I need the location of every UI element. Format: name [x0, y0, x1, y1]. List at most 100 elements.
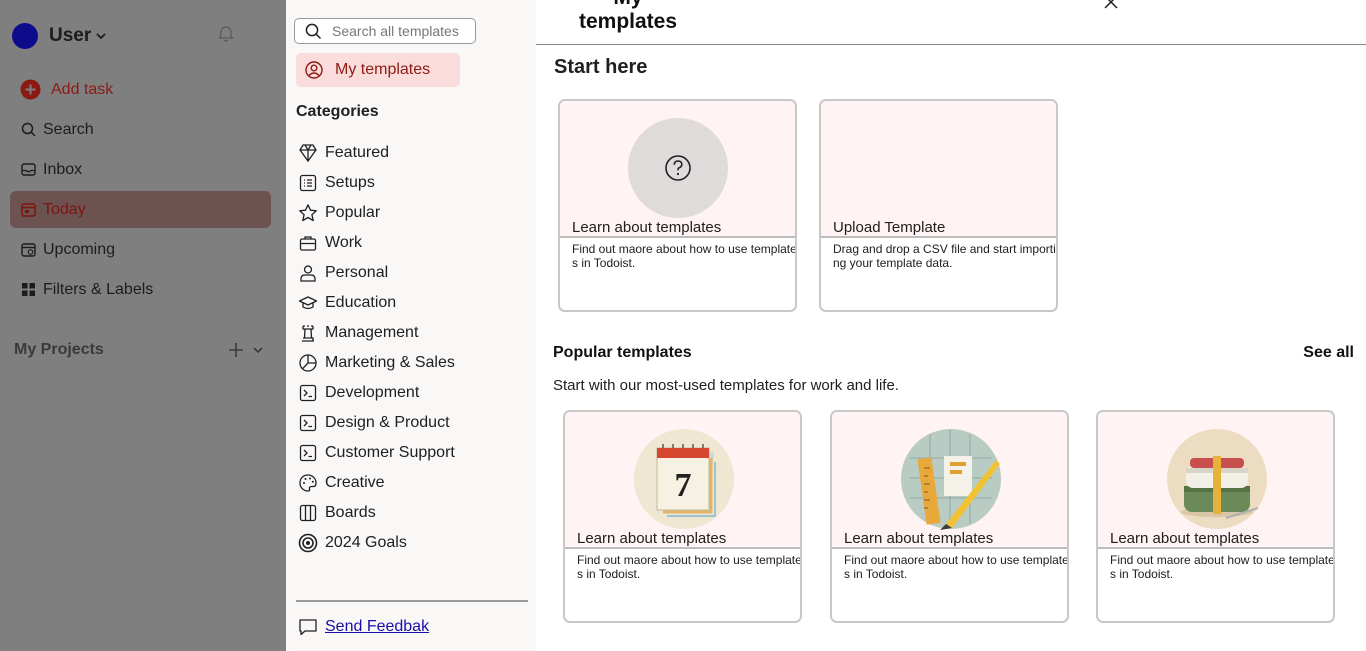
category-label: Creative: [325, 474, 385, 491]
popular-templates-title: Popular templates: [553, 344, 692, 361]
terminal-icon: [298, 443, 318, 463]
target-icon: [298, 533, 318, 553]
card-thumbnail: 7: [565, 412, 800, 549]
template-card-learn[interactable]: Learn about templates Find out maore abo…: [558, 99, 797, 312]
category-personal[interactable]: Personal: [298, 258, 455, 288]
card-thumbnail: [1098, 412, 1333, 549]
nav-label-filters-labels: Filters & Labels: [43, 280, 154, 298]
templates-modal: My templates Categories Featured Setups …: [286, 0, 1366, 651]
category-marketing-sales[interactable]: Marketing & Sales: [298, 348, 455, 378]
card-title: Learn about templates: [844, 530, 994, 547]
search-icon: [20, 121, 37, 138]
nav-item-upcoming[interactable]: Upcoming: [10, 231, 271, 268]
category-list: Featured Setups Popular Work Personal Ed…: [298, 138, 455, 558]
pie-chart-icon: [298, 353, 318, 373]
start-here-title: Start here: [554, 56, 648, 78]
category-popular[interactable]: Popular: [298, 198, 455, 228]
template-card-upload[interactable]: Upload Template Drag and drop a CSV file…: [819, 99, 1058, 312]
category-2024-goals[interactable]: 2024 Goals: [298, 528, 455, 558]
my-templates-item[interactable]: My templates: [296, 53, 460, 87]
inbox-icon: [20, 161, 37, 178]
category-label: Education: [325, 294, 397, 311]
person-icon: [298, 263, 318, 283]
send-feedback: Send Feedbak: [298, 617, 429, 637]
category-design-product[interactable]: Design & Product: [298, 408, 455, 438]
nav-item-inbox[interactable]: Inbox: [10, 151, 271, 188]
template-card-popular-3[interactable]: Learn about templates Find out maore abo…: [1096, 410, 1335, 623]
user-menu[interactable]: User: [12, 22, 107, 50]
nav-label-search: Search: [43, 120, 94, 138]
divider: [296, 600, 528, 602]
lunch-box-illustration: [1167, 429, 1267, 529]
template-card-popular-2[interactable]: Learn about templates Find out maore abo…: [830, 410, 1069, 623]
card-description: Find out maore about how to use template…: [844, 553, 1069, 581]
design-tools-illustration: [901, 429, 1001, 530]
category-label: 2024 Goals: [325, 534, 407, 551]
projects-title: My Projects: [14, 341, 104, 358]
category-label: Development: [325, 384, 420, 401]
nav-item-today[interactable]: Today: [10, 191, 271, 228]
template-search[interactable]: [294, 18, 476, 44]
category-customer-support[interactable]: Customer Support: [298, 438, 455, 468]
nav-item-filters-labels[interactable]: Filters & Labels: [10, 271, 271, 308]
card-description: Find out maore about how to use template…: [572, 242, 797, 270]
card-description: Drag and drop a CSV file and start impor…: [833, 242, 1056, 270]
avatar: [12, 23, 38, 49]
terminal-icon: [298, 383, 318, 403]
category-creative[interactable]: Creative: [298, 468, 455, 498]
card-thumbnail: [832, 412, 1067, 549]
template-card-popular-1[interactable]: 7 Learn about templates Find out maore a…: [563, 410, 802, 623]
see-all-link[interactable]: See all: [1303, 344, 1354, 362]
close-icon[interactable]: [1103, 0, 1119, 10]
chevron-down-icon: [96, 33, 106, 40]
board-icon: [298, 503, 318, 523]
bell-icon[interactable]: [216, 24, 236, 44]
template-search-input[interactable]: [332, 23, 472, 39]
grid-icon: [20, 281, 37, 298]
calendar-today-icon: [20, 201, 37, 218]
category-label: Featured: [325, 144, 390, 161]
my-projects-header[interactable]: My Projects: [14, 338, 264, 362]
nav-label-today: Today: [43, 200, 86, 218]
category-label: Customer Support: [325, 444, 455, 461]
star-icon: [298, 203, 318, 223]
category-boards[interactable]: Boards: [298, 498, 455, 528]
modal-header: My templates: [536, 0, 1366, 45]
category-education[interactable]: Education: [298, 288, 455, 318]
nav-label-add-task: Add task: [51, 80, 114, 98]
chevron-down-icon[interactable]: [252, 344, 264, 356]
gem-icon: [298, 143, 318, 163]
add-task-button[interactable]: Add task: [10, 71, 271, 108]
help-circle-icon: [628, 118, 728, 218]
category-label: Personal: [325, 264, 389, 281]
app-sidebar: User Add task Search Inbox Today Upcomin…: [0, 0, 286, 651]
templates-sidebar: My templates Categories Featured Setups …: [286, 0, 536, 651]
nav-label-upcoming: Upcoming: [43, 240, 116, 258]
card-description: Find out maore about how to use template…: [1110, 553, 1335, 581]
main-nav: Add task Search Inbox Today Upcoming Fil…: [10, 71, 271, 311]
card-thumbnail: [821, 101, 1056, 238]
add-circle-icon: [20, 79, 41, 100]
category-development[interactable]: Development: [298, 378, 455, 408]
send-feedback-link[interactable]: Send Feedbak: [325, 618, 429, 636]
category-setups[interactable]: Setups: [298, 168, 455, 198]
categories-title: Categories: [296, 103, 379, 120]
category-label: Work: [325, 234, 363, 251]
palette-icon: [298, 473, 318, 493]
briefcase-icon: [298, 233, 318, 253]
add-project-icon[interactable]: [228, 342, 244, 358]
card-description: Find out maore about how to use template…: [577, 553, 802, 581]
popular-subtitle: Start with our most-used templates for w…: [553, 377, 899, 394]
category-featured[interactable]: Featured: [298, 138, 455, 168]
category-management[interactable]: Management: [298, 318, 455, 348]
user-name: User: [49, 25, 92, 46]
calendar-upcoming-icon: [20, 241, 37, 258]
nav-label-inbox: Inbox: [43, 160, 83, 178]
category-label: Marketing & Sales: [325, 354, 455, 371]
svg-text:7: 7: [675, 467, 692, 504]
category-label: Popular: [325, 204, 381, 221]
nav-item-search[interactable]: Search: [10, 111, 271, 148]
category-work[interactable]: Work: [298, 228, 455, 258]
card-title: Learn about templates: [572, 219, 722, 236]
card-thumbnail: [560, 101, 795, 238]
